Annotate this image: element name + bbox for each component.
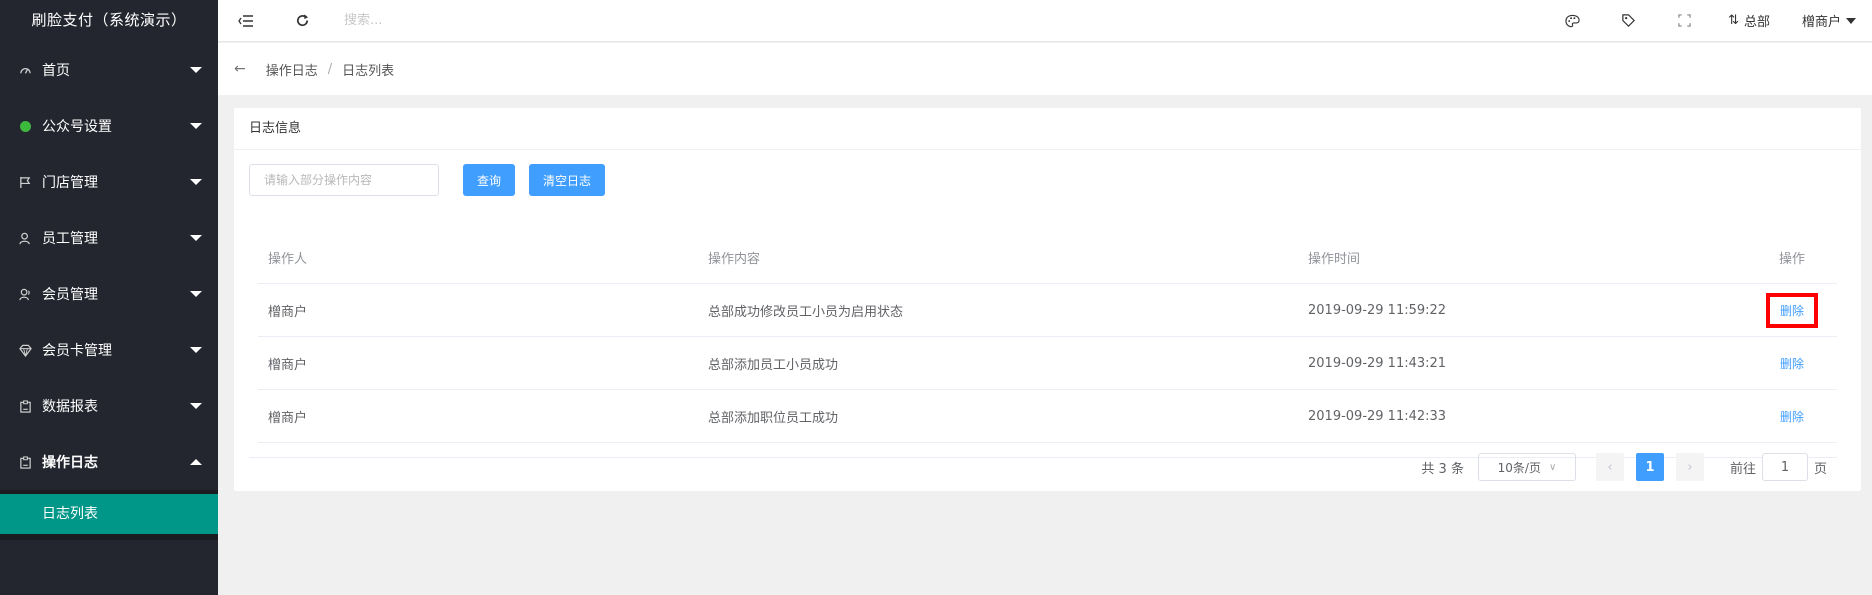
filter-toolbar: 查询 清空日志 [249, 164, 606, 196]
sidebar-item-label: 数据报表 [42, 399, 98, 415]
log-icon [18, 455, 32, 469]
branch-switcher[interactable]: ⇅ 总部 [1712, 11, 1786, 30]
sidebar-item-label: 门店管理 [42, 175, 98, 191]
sidebar-item-label: 操作日志 [42, 455, 98, 471]
delete-link[interactable]: 删除 [1780, 410, 1804, 424]
cell-action: 删除 [1747, 292, 1837, 328]
cell-content: 总部成功修改员工小员为启用状态 [708, 304, 904, 320]
sidebar-item-label: 会员管理 [42, 287, 98, 303]
cell-operator: 橧商户 [268, 304, 308, 320]
sidebar-item-home[interactable]: 首页 [0, 42, 218, 98]
caret-down-icon [190, 235, 202, 241]
delete-link[interactable]: 删除 [1780, 357, 1804, 371]
sidebar: 刷脸支付（系统演示） 首页 公众号设置 门店管理 员工管理 会员管理 会员卡管理… [0, 0, 218, 595]
cell-operator: 橧商户 [268, 357, 308, 373]
back-arrow-icon[interactable]: ← [234, 61, 246, 77]
flag-icon [18, 175, 32, 189]
caret-down-icon [190, 179, 202, 185]
user-icon [18, 231, 32, 245]
clear-log-button[interactable]: 清空日志 [529, 164, 606, 196]
goto-prefix: 前往 [1729, 461, 1756, 477]
cell-time: 2019-09-29 11:42:33 [1308, 408, 1447, 424]
caret-down-icon [1846, 17, 1856, 24]
breadcrumb-item[interactable]: 操作日志 [266, 60, 318, 79]
log-filter-input[interactable] [249, 164, 439, 196]
sidebar-item-label: 会员卡管理 [42, 343, 112, 359]
query-button[interactable]: 查询 [463, 164, 516, 196]
cell-action: 删除 [1747, 355, 1837, 372]
page-size-select[interactable]: 10条/页 ∨ [1477, 453, 1576, 481]
highlight-box: 删除 [1765, 292, 1818, 328]
palette-icon[interactable] [1544, 0, 1600, 42]
column-header-content: 操作内容 [708, 251, 761, 267]
caret-down-icon [190, 347, 202, 353]
user-label: 橧商户 [1801, 15, 1841, 30]
table-row: 橧商户 总部添加职位员工成功 2019-09-29 11:42:33 删除 [258, 390, 1837, 443]
tag-icon[interactable] [1600, 0, 1656, 42]
next-page-button[interactable]: › [1675, 453, 1704, 481]
app-title: 刷脸支付（系统演示） [0, 0, 218, 42]
caret-up-icon [190, 459, 202, 465]
submenu-operation-log: 日志列表 [0, 490, 218, 540]
sidebar-item-reports[interactable]: 数据报表 [0, 378, 218, 434]
column-header-operator: 操作人 [268, 251, 308, 267]
prev-page-button[interactable]: ‹ [1595, 453, 1624, 481]
card-title: 日志信息 [234, 108, 1861, 150]
chevron-down-icon: ∨ [1548, 461, 1557, 473]
users-icon [18, 287, 32, 301]
sidebar-item-member-cards[interactable]: 会员卡管理 [0, 322, 218, 378]
breadcrumb-item-current: 日志列表 [342, 63, 395, 79]
switch-icon: ⇅ [1728, 13, 1739, 28]
report-icon [18, 399, 32, 413]
top-header: ⇅ 总部 橧商户 [218, 0, 1872, 42]
delete-link[interactable]: 删除 [1780, 304, 1804, 318]
breadcrumb: ← 操作日志 / 日志列表 [218, 43, 1872, 95]
fullscreen-icon[interactable] [1656, 0, 1712, 42]
sidebar-item-wechat[interactable]: 公众号设置 [0, 98, 218, 154]
sidebar-item-label: 员工管理 [42, 231, 98, 247]
cell-action: 删除 [1747, 408, 1837, 425]
sidebar-item-log-list[interactable]: 日志列表 [0, 494, 218, 534]
sidebar-item-operation-log[interactable]: 操作日志 [0, 434, 218, 490]
refresh-icon[interactable] [274, 0, 330, 42]
column-header-action: 操作 [1778, 251, 1805, 267]
sidebar-item-label: 首页 [42, 63, 70, 79]
cell-time: 2019-09-29 11:59:22 [1308, 302, 1447, 318]
cell-content: 总部添加职位员工成功 [708, 410, 839, 426]
log-card: 日志信息 查询 清空日志 操作人 操作内容 操作时间 操作 橧商户 总部成功修改… [234, 108, 1861, 491]
branch-label: 总部 [1743, 15, 1770, 30]
dashboard-icon [18, 63, 32, 77]
cell-content: 总部添加员工小员成功 [708, 357, 839, 373]
user-menu[interactable]: 橧商户 [1786, 11, 1872, 30]
cell-time: 2019-09-29 11:43:21 [1308, 355, 1447, 371]
log-table: 操作人 操作内容 操作时间 操作 橧商户 总部成功修改员工小员为启用状态 201… [249, 231, 1846, 458]
breadcrumb-separator: / [327, 61, 333, 77]
sidebar-item-label: 公众号设置 [42, 119, 112, 135]
table-row: 橧商户 总部成功修改员工小员为启用状态 2019-09-29 11:59:22 … [258, 284, 1837, 337]
search-input[interactable] [344, 5, 544, 36]
pagination: 共 3 条 10条/页 ∨ ‹ 1 › 前往 页 [1421, 453, 1827, 481]
diamond-icon [18, 343, 32, 357]
goto-page-input[interactable] [1761, 453, 1808, 481]
goto-page: 前往 页 [1730, 453, 1827, 481]
menu-toggle-icon[interactable] [218, 0, 274, 42]
sidebar-item-stores[interactable]: 门店管理 [0, 154, 218, 210]
table-header: 操作人 操作内容 操作时间 操作 [258, 231, 1837, 284]
caret-down-icon [190, 403, 202, 409]
sidebar-item-members[interactable]: 会员管理 [0, 266, 218, 322]
table-row: 橧商户 总部添加员工小员成功 2019-09-29 11:43:21 删除 [258, 337, 1837, 390]
total-count: 共 3 条 [1421, 461, 1464, 477]
caret-down-icon [190, 291, 202, 297]
wechat-icon [18, 119, 32, 133]
column-header-time: 操作时间 [1308, 251, 1361, 267]
page-number-button[interactable]: 1 [1635, 453, 1664, 481]
sidebar-item-staff[interactable]: 员工管理 [0, 210, 218, 266]
goto-suffix: 页 [1813, 461, 1827, 477]
caret-down-icon [190, 123, 202, 129]
page-size-value: 10条/页 [1497, 460, 1541, 475]
caret-down-icon [190, 67, 202, 73]
cell-operator: 橧商户 [268, 410, 308, 426]
